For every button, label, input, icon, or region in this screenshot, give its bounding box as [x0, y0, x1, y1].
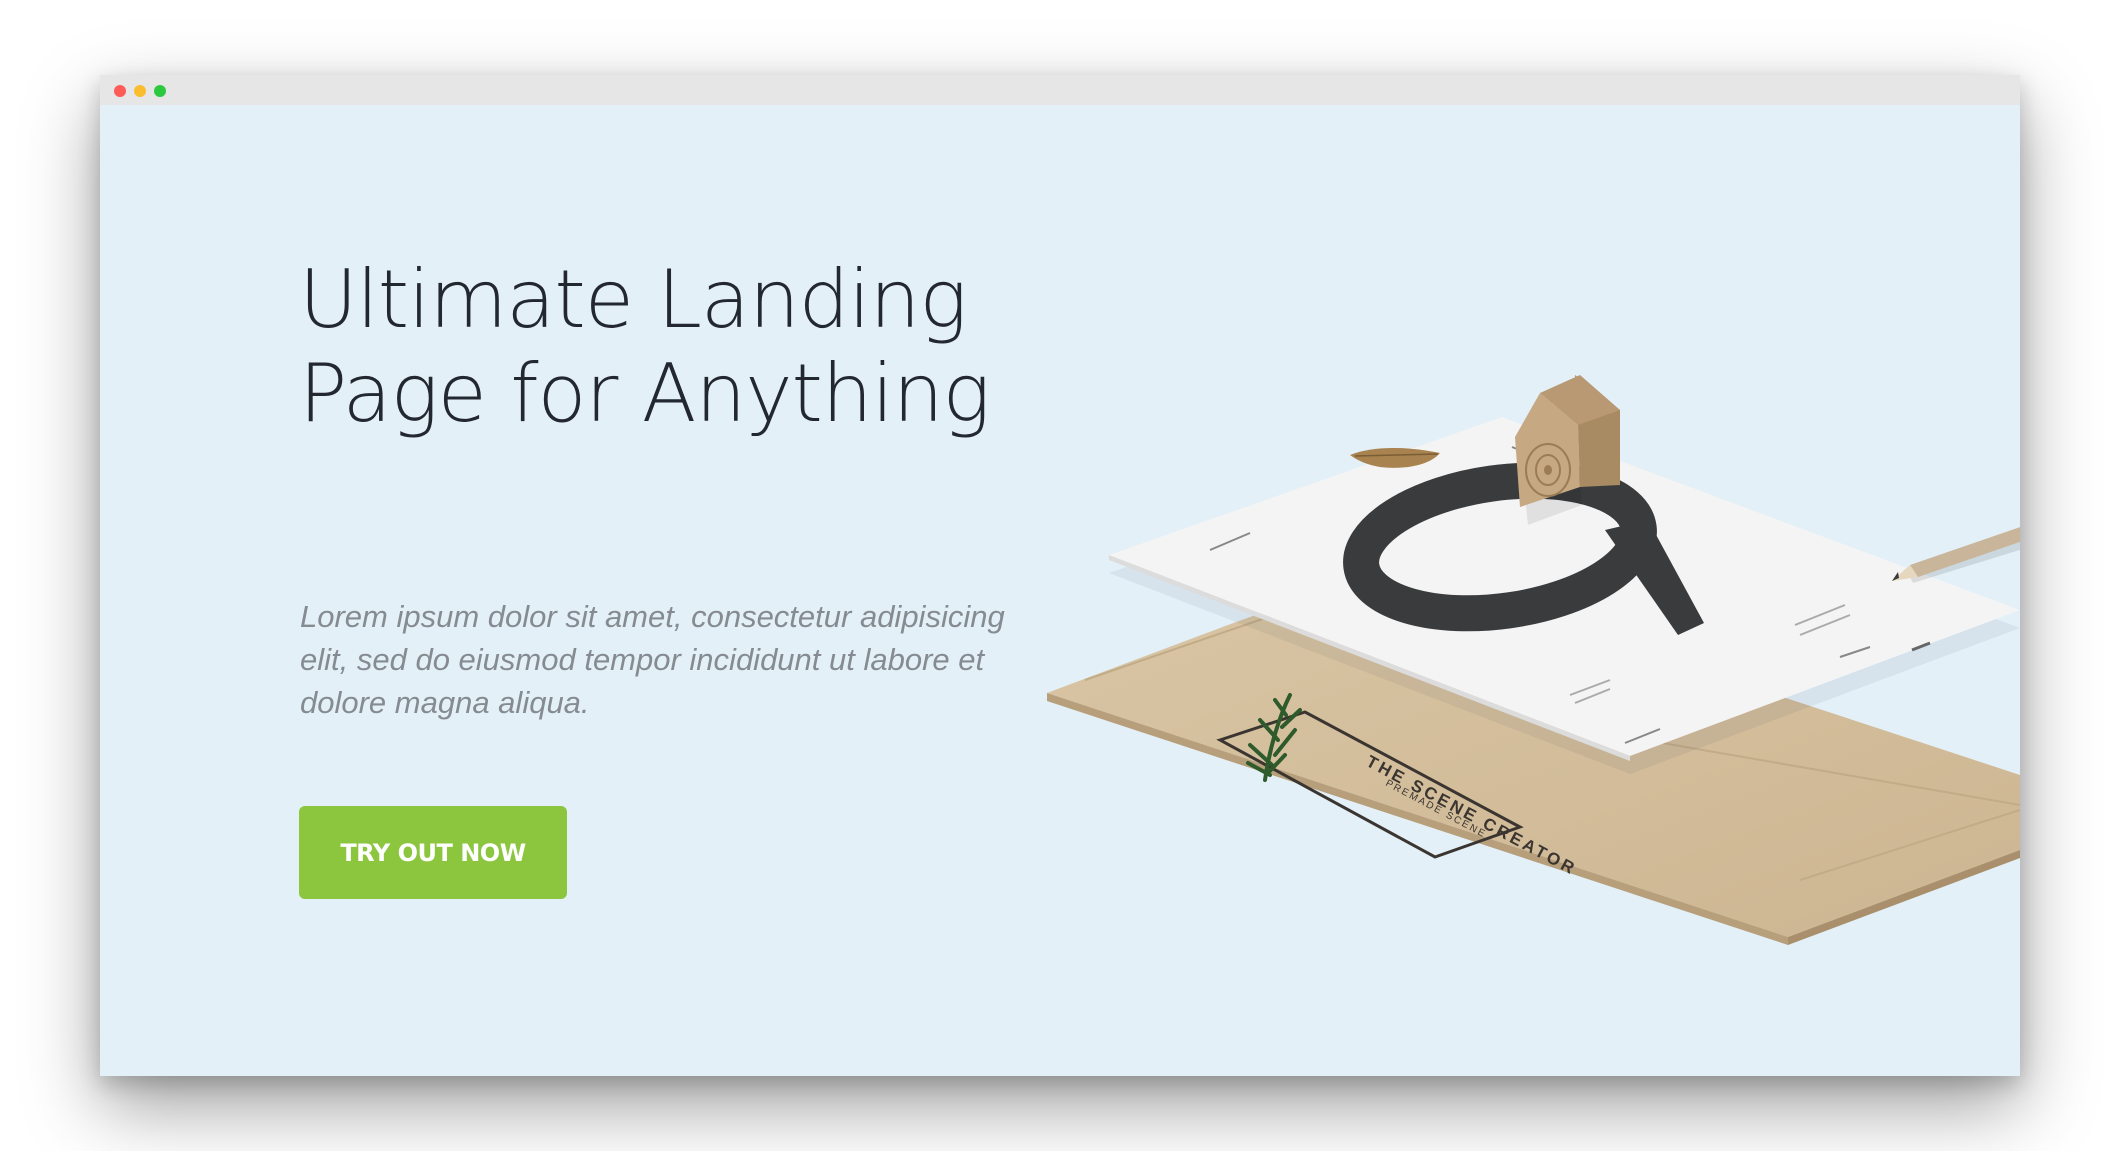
window-titlebar — [100, 75, 2020, 105]
minimize-window-button[interactable] — [134, 85, 146, 97]
close-window-button[interactable] — [114, 85, 126, 97]
try-out-now-button[interactable]: TRY OUT NOW — [299, 806, 567, 899]
hero-subtext: Lorem ipsum dolor sit amet, consectetur … — [300, 599, 1005, 720]
maximize-window-button[interactable] — [154, 85, 166, 97]
stationery-mockup-illustration: THE SCENE CREATOR PREMADE SCENE — [1047, 375, 2020, 945]
hero-headline: Ultimate Landing Page for Anything — [299, 253, 991, 440]
pencil — [1892, 527, 2020, 583]
browser-window: Ultimate Landing Page for Anything Lorem… — [100, 75, 2020, 1076]
